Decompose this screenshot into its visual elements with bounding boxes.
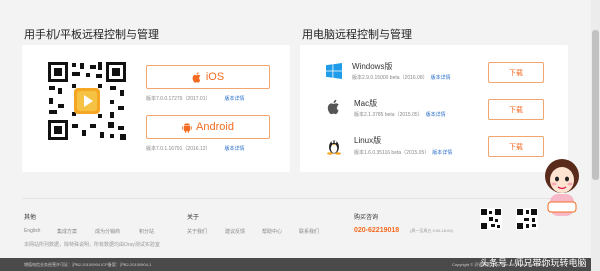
- android-version-detail-link[interactable]: 版本详情: [225, 146, 245, 152]
- windows-download-button[interactable]: 下载: [488, 62, 544, 83]
- footer-note: 本网站所列数据，除特殊说明，所有数据均由Oray测试实验室: [24, 242, 160, 248]
- license-text: 增值电信业务经营许可证：沪B2-20100904 ICP备案：沪B2-20100…: [24, 262, 152, 267]
- watermark-text: 头条号 / 师兄带你玩转电脑: [480, 258, 587, 268]
- pc-download-card: Windows版 版本2.9.0.15000 beta（2016.08） 版本详情…: [300, 45, 568, 172]
- qr-code: [46, 60, 128, 142]
- android-download-button[interactable]: Android: [146, 115, 270, 139]
- apple-icon: [327, 99, 343, 115]
- footer-phone: 020-62219018: [354, 227, 400, 234]
- ios-version-line: 版本7.0.0.17279（2017.01） 版本详情: [146, 95, 245, 102]
- mac-name: Mac版: [354, 99, 378, 108]
- windows-version-line: 版本2.9.0.15000 beta（2016.08） 版本详情: [352, 74, 451, 81]
- footer-link-integration[interactable]: 集成方案: [57, 228, 77, 235]
- mac-version-detail-link[interactable]: 版本详情: [426, 112, 446, 118]
- footer-link-distributor[interactable]: 成为分销商: [95, 228, 120, 235]
- footer-contact-heading: 购买咨询: [354, 215, 379, 221]
- android-icon: [182, 122, 192, 133]
- cartoon-avatar: [540, 158, 584, 220]
- windows-version-detail-link[interactable]: 版本详情: [431, 75, 451, 81]
- android-label: Android: [196, 121, 234, 133]
- mac-version: 版本2.1.3785 beta（2015.05）: [354, 112, 423, 118]
- linux-version-detail-link[interactable]: 版本详情: [432, 150, 452, 156]
- windows-icon: [326, 63, 342, 79]
- scrollbar-thumb[interactable]: [592, 30, 599, 180]
- linux-icon: [326, 137, 342, 155]
- ios-download-button[interactable]: iOS: [146, 65, 270, 89]
- windows-version: 版本2.9.0.15000 beta（2016.08）: [352, 75, 428, 81]
- android-version: 版本7.0.1.16791（2016.12）: [146, 146, 211, 152]
- mac-download-button[interactable]: 下载: [488, 99, 544, 120]
- footer-qr-code-1: [480, 208, 502, 230]
- mac-version-line: 版本2.1.3785 beta（2015.05） 版本详情: [354, 111, 446, 118]
- apple-icon: [192, 71, 202, 83]
- footer-hours: (周一至周五 9:00-18:00): [410, 228, 453, 233]
- footer-link-feedback[interactable]: 建议反馈: [225, 228, 245, 235]
- mobile-section-title: 用手机/平板远程控制与管理: [24, 29, 160, 41]
- footer-others-heading: 其他: [24, 215, 37, 221]
- linux-name: Linux版: [354, 136, 382, 145]
- footer-link-english[interactable]: English: [24, 228, 40, 234]
- pc-section-title: 用电脑远程控制与管理: [302, 29, 412, 41]
- ios-label: iOS: [205, 71, 225, 83]
- footer-link-about-us[interactable]: 关于我们: [187, 228, 207, 235]
- footer-about-heading: 关于: [187, 215, 200, 221]
- footer-link-help[interactable]: 帮助中心: [262, 228, 282, 235]
- footer-divider: [22, 198, 568, 199]
- mobile-download-card: iOS 版本7.0.0.17279（2017.01） 版本详情 Android 版…: [22, 45, 290, 172]
- linux-version: 版本1.6.0.35116 beta（2015.05）: [354, 150, 430, 156]
- ios-version-detail-link[interactable]: 版本详情: [225, 96, 245, 102]
- android-version-line: 版本7.0.1.16791（2016.12） 版本详情: [146, 145, 245, 152]
- windows-name: Windows版: [352, 62, 393, 71]
- footer-link-points[interactable]: 积分站: [139, 228, 154, 235]
- linux-download-button[interactable]: 下载: [488, 136, 544, 157]
- footer-qr-code-2: [516, 208, 538, 230]
- ios-version: 版本7.0.0.17279（2017.01）: [146, 96, 211, 102]
- linux-version-line: 版本1.6.0.35116 beta（2015.05） 版本详情: [354, 149, 452, 156]
- footer-link-contact[interactable]: 联系我们: [299, 228, 319, 235]
